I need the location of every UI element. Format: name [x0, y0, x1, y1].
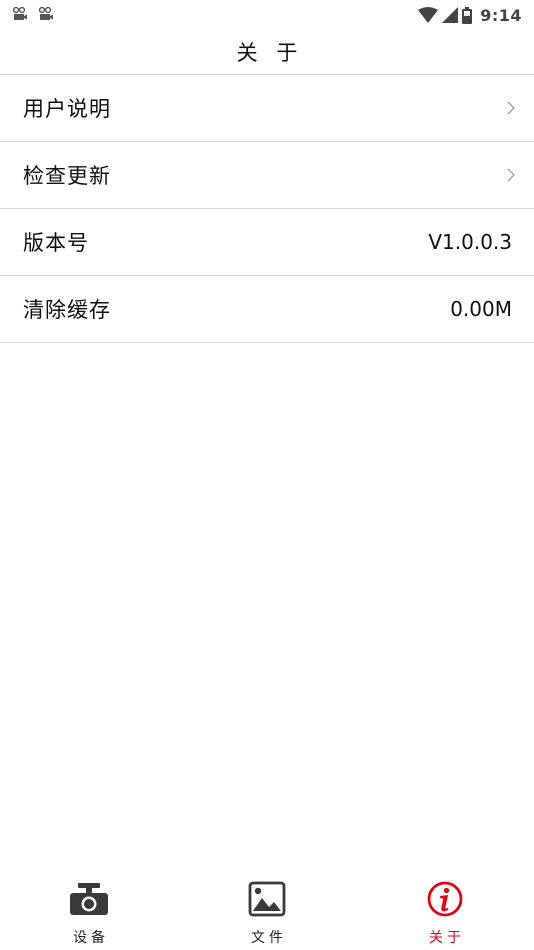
- chevron-right-icon: [507, 168, 515, 182]
- tab-about-label: 关于: [429, 930, 465, 946]
- tab-device-label: 设备: [73, 930, 109, 946]
- status-bar: 9:14: [0, 0, 534, 30]
- page-title: 关 于: [236, 41, 304, 65]
- user-guide-row[interactable]: 用户说明: [0, 75, 534, 142]
- battery-icon: [462, 6, 473, 24]
- version-label: 版本号: [23, 231, 89, 255]
- info-icon: [427, 881, 463, 917]
- notification-icon: [12, 7, 27, 20]
- bottom-tab-bar: 设备 文件 关于: [0, 870, 534, 950]
- tab-files[interactable]: 文件: [178, 870, 356, 950]
- notification-icon: [38, 7, 53, 20]
- status-indicators: 9:14: [418, 5, 522, 25]
- signal-icon: [442, 7, 459, 23]
- chevron-right-icon: [507, 101, 515, 115]
- user-guide-label: 用户说明: [23, 97, 111, 121]
- tab-about[interactable]: 关于: [356, 870, 534, 950]
- title-bar: 关 于: [0, 30, 534, 75]
- version-value: V1.0.0.3: [428, 230, 512, 254]
- status-notifications: [12, 7, 54, 22]
- tab-files-label: 文件: [251, 930, 287, 946]
- check-update-row[interactable]: 检查更新: [0, 142, 534, 209]
- camera-icon: [70, 883, 108, 915]
- wifi-icon: [418, 7, 439, 23]
- tab-device[interactable]: 设备: [0, 870, 178, 950]
- version-row: 版本号 V1.0.0.3: [0, 209, 534, 276]
- cache-size-value: 0.00M: [450, 297, 512, 321]
- image-icon: [248, 881, 286, 917]
- clear-cache-row[interactable]: 清除缓存 0.00M: [0, 276, 534, 343]
- check-update-label: 检查更新: [23, 164, 111, 188]
- status-time: 9:14: [480, 5, 522, 25]
- settings-list: 用户说明 检查更新 版本号 V1.0.0.3 清除缓存 0.00M: [0, 75, 534, 343]
- clear-cache-label: 清除缓存: [23, 298, 111, 322]
